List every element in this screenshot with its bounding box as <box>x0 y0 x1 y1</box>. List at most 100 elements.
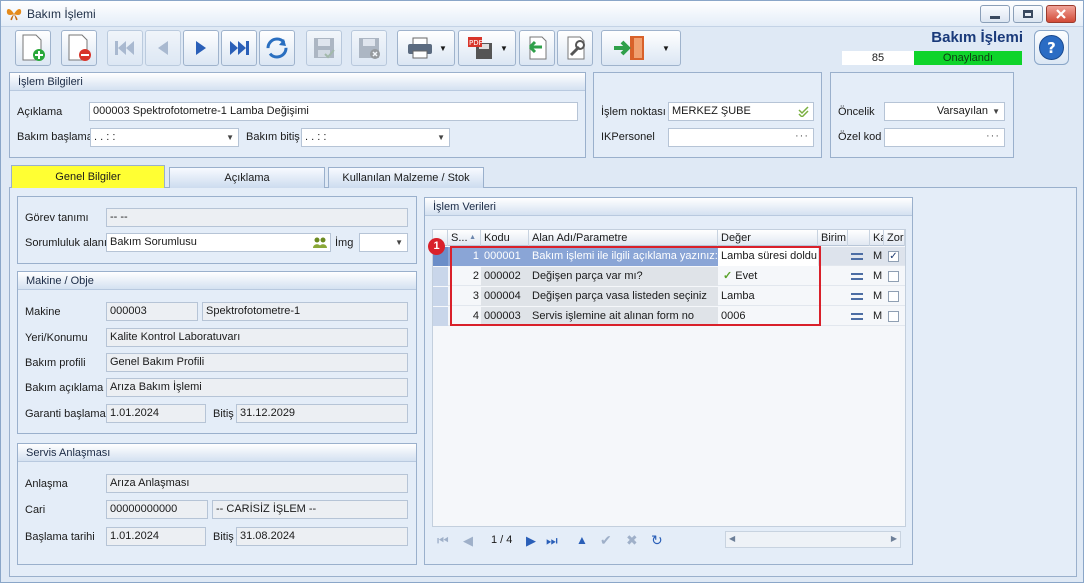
bakim-profili-field[interactable]: Genel Bakım Profili <box>106 353 408 372</box>
delete-doc-icon <box>68 34 91 61</box>
ellipsis-icon: ··· <box>986 130 1000 142</box>
servis-bitis-field[interactable]: 31.08.2024 <box>236 527 408 546</box>
delete-button[interactable] <box>61 30 97 66</box>
col-header-birim[interactable]: Birim <box>818 230 848 246</box>
islem-noktasi-value: MERKEZ ŞUBE <box>672 105 751 117</box>
list-icon[interactable] <box>848 307 870 326</box>
row-indicator <box>433 287 448 306</box>
refresh-icon[interactable]: ↻ <box>651 532 663 549</box>
genel-panel <box>17 196 417 264</box>
ellipsis-icon: ··· <box>795 130 809 142</box>
garanti-label: Garanti başlama <box>25 408 106 420</box>
tab-kullanilan-malzeme[interactable]: Kullanılan Malzeme / Stok <box>328 167 484 188</box>
help-icon: ? <box>1039 35 1064 60</box>
zor-checkbox[interactable] <box>888 271 899 282</box>
zor-checkbox[interactable]: ✓ <box>888 251 899 262</box>
prev-icon[interactable]: ◀ <box>463 533 473 549</box>
pdf-export-button[interactable]: PDF ▼ <box>458 30 516 66</box>
zor-checkbox[interactable] <box>888 291 899 302</box>
bakim-aciklama-field[interactable]: Arıza Bakım İşlemi <box>106 378 408 397</box>
bakim-bitis-field[interactable]: . . : : ▼ <box>301 128 450 147</box>
tab-genel-bilgiler[interactable]: Genel Bilgiler <box>11 165 165 188</box>
refresh-icon <box>266 37 288 59</box>
bakim-bitis-value: . . : : <box>305 131 327 143</box>
bakim-profili-label: Bakım profili <box>25 357 86 369</box>
col-header-ka[interactable]: Ka <box>870 230 884 246</box>
col-header-kodu[interactable]: Kodu <box>481 230 529 246</box>
list-icon[interactable] <box>848 247 870 266</box>
col-header-zor[interactable]: Zor <box>884 230 905 246</box>
makine-code-field[interactable]: 000003 <box>106 302 198 321</box>
prev-record-button[interactable] <box>145 30 181 66</box>
cell-birim <box>818 247 848 266</box>
print-button[interactable]: ▼ <box>397 30 455 66</box>
first-icon[interactable]: ⏮ <box>437 533 449 549</box>
cari-code-field[interactable]: 00000000000 <box>106 500 208 519</box>
aciklama-field[interactable]: 000003 Spektrofotometre-1 Lamba Değişimi <box>89 102 578 121</box>
col-header-deger[interactable]: Değer <box>718 230 818 246</box>
cari-name-field[interactable]: -- CARİSİZ İŞLEM -- <box>212 500 408 519</box>
next-icon[interactable]: ▶ <box>526 533 536 549</box>
ozel-kod-field[interactable]: ··· <box>884 128 1005 147</box>
close-button[interactable] <box>1046 5 1076 23</box>
last-record-button[interactable] <box>221 30 257 66</box>
title-bar: Bakım İşlemi <box>1 1 1083 27</box>
chevron-down-icon: ▼ <box>437 133 445 142</box>
tools-button[interactable] <box>557 30 593 66</box>
cell-birim <box>818 267 848 286</box>
chevron-down-icon: ▼ <box>662 43 670 53</box>
garanti-field[interactable]: 1.01.2024 <box>106 404 206 423</box>
anlasma-field[interactable]: Arıza Anlaşması <box>106 474 408 493</box>
next-icon <box>196 41 206 55</box>
img-select[interactable]: ▼ <box>359 233 408 252</box>
ikpersonel-field[interactable]: ··· <box>668 128 814 147</box>
chevron-down-icon: ▼ <box>439 43 447 53</box>
chevron-down-icon: ▼ <box>500 43 508 53</box>
refresh-button[interactable] <box>259 30 295 66</box>
tab-aciklama[interactable]: Açıklama <box>169 167 325 188</box>
chevron-down-icon: ▼ <box>226 133 234 142</box>
up-icon[interactable]: ▲ <box>576 533 588 547</box>
img-label: İmg <box>335 237 354 249</box>
list-icon[interactable] <box>848 287 870 306</box>
next-record-button[interactable] <box>183 30 219 66</box>
oncelik-select[interactable]: Varsayılan ▼ <box>884 102 1005 121</box>
col-header-blank[interactable] <box>848 230 870 246</box>
garanti-bitis-field[interactable]: 31.12.2029 <box>236 404 408 423</box>
col-header-sira[interactable]: S... ▲ <box>448 230 481 246</box>
bakim-aciklama-label: Bakım açıklama <box>25 382 104 394</box>
last-icon[interactable]: ⏭ <box>546 533 558 549</box>
import-button[interactable] <box>519 30 555 66</box>
save-close-button[interactable] <box>351 30 387 66</box>
baslama-tarihi-field[interactable]: 1.01.2024 <box>106 527 206 546</box>
makine-label: Makine <box>25 306 61 318</box>
sorumluluk-field[interactable]: Bakım Sorumlusu <box>106 233 331 252</box>
close-icon <box>1056 9 1066 19</box>
gorev-field[interactable]: -- -- <box>106 208 408 227</box>
list-icon[interactable] <box>848 267 870 286</box>
bakim-baslama-field[interactable]: . . : : ▼ <box>90 128 239 147</box>
islem-noktasi-field[interactable]: MERKEZ ŞUBE <box>668 102 814 121</box>
maximize-icon <box>1023 10 1033 18</box>
pdf-save-icon: PDF <box>468 37 493 59</box>
import-icon <box>528 36 547 60</box>
col-header-alan[interactable]: Alan Adı/Parametre <box>529 230 718 246</box>
horizontal-scrollbar[interactable]: ◀ ▶ <box>725 531 901 548</box>
panel-title: İşlem Bilgileri <box>10 73 585 91</box>
yeri-field[interactable]: Kalite Kontrol Laboratuvarı <box>106 328 408 347</box>
zor-checkbox[interactable] <box>888 311 899 322</box>
cancel-icon[interactable]: ✖ <box>626 532 638 549</box>
save-button[interactable] <box>306 30 342 66</box>
maximize-button[interactable] <box>1013 5 1043 23</box>
help-button[interactable]: ? <box>1034 30 1069 65</box>
bakim-baslama-value: . . : : <box>94 131 116 143</box>
grid-header: S... ▲ Kodu Alan Adı/Parametre Değer Bir… <box>433 230 905 246</box>
exit-button[interactable]: ▼ <box>601 30 681 66</box>
check-icon[interactable]: ✔ <box>600 532 612 549</box>
annotation-badge: 1 <box>428 238 445 255</box>
minimize-button[interactable] <box>980 5 1010 23</box>
double-check-icon <box>798 106 809 117</box>
new-button[interactable] <box>15 30 51 66</box>
makine-name-field[interactable]: Spektrofotometre-1 <box>202 302 408 321</box>
first-record-button[interactable] <box>107 30 143 66</box>
